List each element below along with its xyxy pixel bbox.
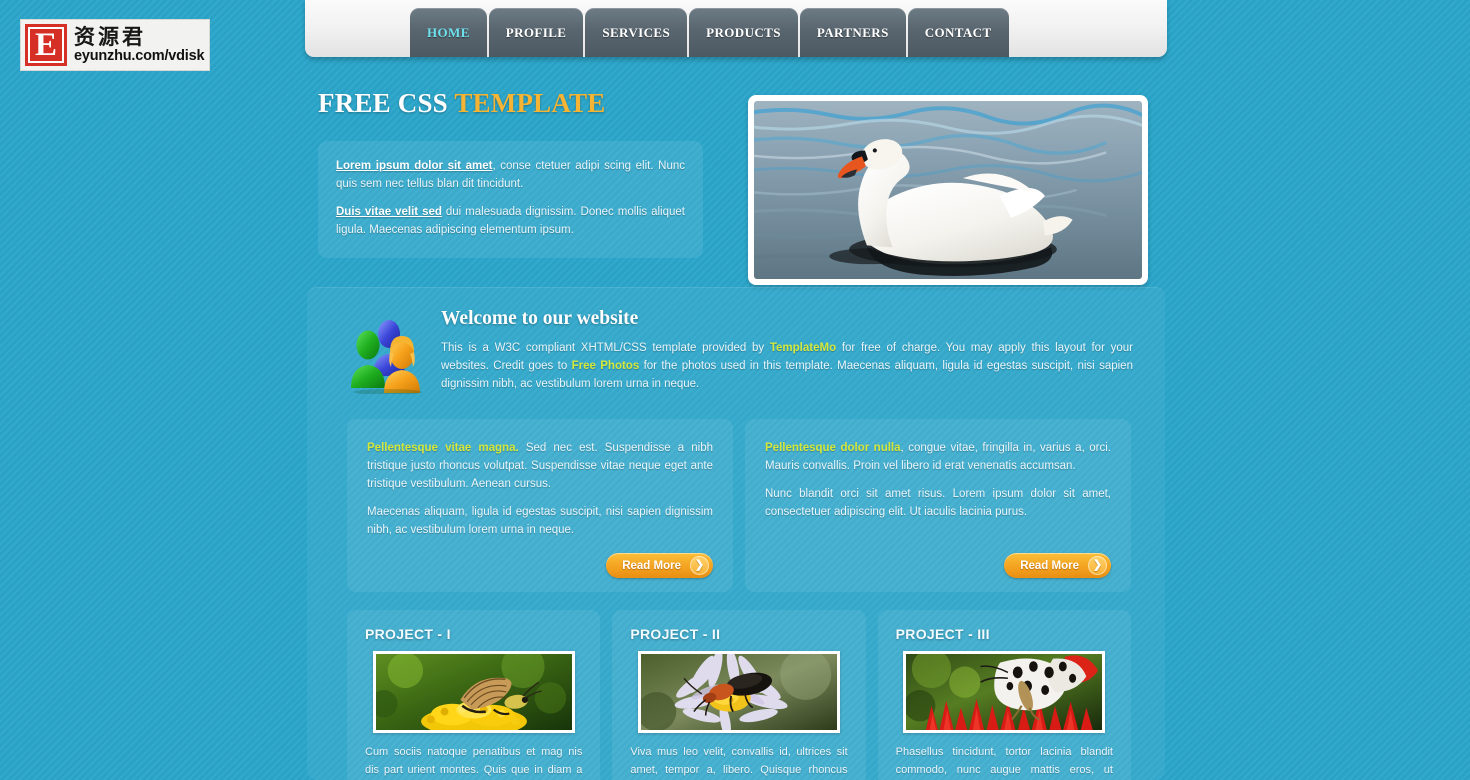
nav-item-partners[interactable]: PARTNERS: [799, 8, 906, 57]
content-box-left-paragraph-1: Pellentesque vitae magna. Sed nec est. S…: [367, 439, 713, 493]
projects-section: PROJECT - I Cum sociis natoque penatibus…: [307, 592, 1165, 780]
banner-paragraph-2: Duis vitae velit sed dui malesuada digni…: [336, 203, 685, 239]
banner-link-2[interactable]: Duis vitae velit sed: [336, 206, 442, 218]
page-wrapper: FREE CSS TEMPLATE Lorem ipsum dolor sit …: [305, 57, 1167, 780]
content-box-left: Pellentesque vitae magna. Sed nec est. S…: [347, 419, 733, 592]
page-title-part2: TEMPLATE: [454, 88, 606, 118]
site-logo-watermark: E 资源君 eyunzhu.com/vdisk: [20, 19, 210, 71]
page-title-part1: FREE CSS: [318, 88, 448, 118]
two-column-section: Pellentesque vitae magna. Sed nec est. S…: [307, 399, 1165, 592]
nav-item-contact[interactable]: CONTACT: [907, 8, 1009, 57]
read-more-label-left: Read More: [622, 559, 681, 572]
read-more-button-right[interactable]: Read More ❯: [1004, 553, 1111, 578]
project-text-2: Viva mus leo velit, convallis id, ultric…: [630, 746, 848, 776]
banner-link-1[interactable]: Lorem ipsum dolor sit amet: [336, 160, 492, 172]
swan-photo: [754, 101, 1142, 279]
content-box-right-paragraph-1: Pellentesque dolor nulla, congue vitae, …: [765, 439, 1111, 475]
project-card-1: PROJECT - I Cum sociis natoque penatibus…: [347, 610, 601, 780]
welcome-heading: Welcome to our website: [441, 308, 639, 329]
people-group-icon: [349, 308, 427, 399]
content-box-right-button-row: Read More ❯: [765, 541, 1111, 578]
main-content-panel: Welcome to our website This is a W3C com…: [307, 287, 1165, 780]
logo-letter: E: [28, 27, 64, 63]
main-navigation: HOME PROFILE SERVICES PRODUCTS PARTNERS …: [410, 4, 1009, 57]
welcome-link-free-photos[interactable]: Free Photos: [572, 360, 640, 372]
nav-item-services[interactable]: SERVICES: [585, 8, 688, 57]
project-card-3: PROJECT - III Phasellus tincidunt, torto…: [877, 610, 1131, 780]
welcome-text-a: This is a W3C compliant XHTML/CSS templa…: [441, 342, 770, 354]
project-photo-inner-3: [906, 654, 1103, 730]
read-more-button-left[interactable]: Read More ❯: [606, 553, 713, 578]
project-title-1: PROJECT - I: [365, 626, 451, 642]
content-box-right-paragraph-2: Nunc blandit orci sit amet risus. Lorem …: [765, 488, 1111, 518]
banner-photo-frame: [748, 95, 1148, 285]
project-photo-frame-3: [903, 651, 1106, 733]
page-title: FREE CSS TEMPLATE: [318, 88, 605, 119]
welcome-paragraph: This is a W3C compliant XHTML/CSS templa…: [441, 339, 1133, 393]
chevron-right-icon: ❯: [690, 556, 709, 575]
beetle-on-daisy-flower-photo: [640, 654, 837, 730]
banner-paragraph-1: Lorem ipsum dolor sit amet, conse ctetue…: [336, 157, 685, 193]
project-photo-inner-1: [375, 654, 572, 730]
read-more-label-right: Read More: [1020, 559, 1079, 572]
banner-photo-inner: [754, 101, 1142, 279]
project-title-3: PROJECT - III: [895, 626, 990, 642]
butterfly-on-red-flower-photo: [906, 654, 1103, 730]
project-photo-frame-1: [372, 651, 575, 733]
nav-item-profile[interactable]: PROFILE: [488, 8, 584, 57]
logo-chinese-name: 资源君: [74, 24, 146, 49]
project-text-1: Cum sociis natoque penatibus et mag nis …: [365, 746, 583, 776]
project-card-2: PROJECT - II Viva mus leo velit, convall…: [612, 610, 866, 780]
welcome-body: Welcome to our website This is a W3C com…: [427, 308, 1133, 399]
content-box-left-paragraph-2: Maecenas aliquam, ligula id egestas susc…: [367, 506, 713, 536]
content-box-left-lead: Pellentesque vitae magna.: [367, 442, 519, 454]
content-box-right-lead: Pellentesque dolor nulla: [765, 442, 901, 454]
logo-letter-badge: E: [25, 24, 67, 66]
logo-url: eyunzhu.com/vdisk: [74, 47, 205, 64]
butterfly-on-yellow-flower-photo: [375, 654, 572, 730]
chevron-right-icon: ❯: [1088, 556, 1107, 575]
project-photo-inner-2: [640, 654, 837, 730]
nav-item-products[interactable]: PRODUCTS: [689, 8, 798, 57]
project-title-2: PROJECT - II: [630, 626, 721, 642]
banner-section: FREE CSS TEMPLATE Lorem ipsum dolor sit …: [305, 57, 1167, 287]
project-photo-frame-2: [637, 651, 840, 733]
logo-text-group: 资源君 eyunzhu.com/vdisk: [74, 24, 205, 64]
people-icon-svg: [351, 320, 422, 395]
banner-text-box: Lorem ipsum dolor sit amet, conse ctetue…: [318, 141, 703, 258]
nav-item-home[interactable]: HOME: [410, 8, 487, 57]
welcome-link-templatemo[interactable]: TemplateMo: [770, 342, 836, 354]
welcome-section: Welcome to our website This is a W3C com…: [307, 288, 1165, 399]
content-box-left-button-row: Read More ❯: [367, 541, 713, 578]
project-text-3: Phasellus tincidunt, tortor lacinia blan…: [895, 746, 1113, 776]
content-box-right: Pellentesque dolor nulla, congue vitae, …: [745, 419, 1131, 592]
